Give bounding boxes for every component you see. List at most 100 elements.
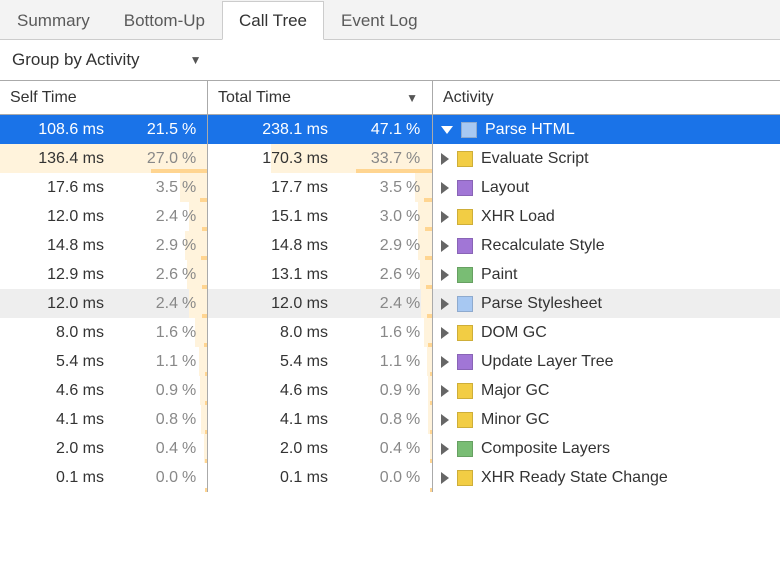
chevron-down-icon: ▼ xyxy=(190,53,202,67)
self-time-pct: 2.4 xyxy=(110,208,182,226)
table-row[interactable]: 4.6 ms0.9%4.6 ms0.9%Major GC xyxy=(0,376,780,405)
category-swatch xyxy=(457,354,473,370)
total-time-cell: 15.1 ms3.0% xyxy=(208,202,433,231)
activity-cell: Minor GC xyxy=(433,405,780,434)
total-time-ms: 238.1 ms xyxy=(208,121,334,139)
activity-label: Recalculate Style xyxy=(481,237,605,255)
table-row[interactable]: 4.1 ms0.8%4.1 ms0.8%Minor GC xyxy=(0,405,780,434)
disclosure-triangle-icon[interactable] xyxy=(441,327,449,339)
disclosure-triangle-icon[interactable] xyxy=(441,385,449,397)
column-header-self-time[interactable]: Self Time xyxy=(0,81,208,114)
total-time-ms: 5.4 ms xyxy=(208,353,334,371)
total-time-ms: 4.6 ms xyxy=(208,382,334,400)
table-row[interactable]: 14.8 ms2.9%14.8 ms2.9% Recalculate Style xyxy=(0,231,780,260)
disclosure-triangle-icon[interactable] xyxy=(441,182,449,194)
category-swatch xyxy=(457,325,473,341)
disclosure-triangle-icon[interactable] xyxy=(441,298,449,310)
activity-cell: Recalculate Style xyxy=(433,231,780,260)
self-time-ms: 14.8 ms xyxy=(0,237,110,255)
total-time-cell: 17.7 ms3.5% xyxy=(208,173,433,202)
category-swatch xyxy=(457,441,473,457)
total-time-pct: 33.7 xyxy=(334,150,406,168)
total-time-cell: 0.1 ms0.0% xyxy=(208,463,433,492)
self-time-ms: 4.6 ms xyxy=(0,382,110,400)
table-row[interactable]: 17.6 ms3.5%17.7 ms3.5%Layout xyxy=(0,173,780,202)
table-row[interactable]: 12.0 ms2.4%15.1 ms3.0%XHR Load xyxy=(0,202,780,231)
total-time-ms: 12.0 ms xyxy=(208,295,334,313)
self-time-cell: 12.9 ms2.6% xyxy=(0,260,208,289)
activity-cell: Composite Layers xyxy=(433,434,780,463)
disclosure-triangle-icon[interactable] xyxy=(441,443,449,455)
total-time-ms: 4.1 ms xyxy=(208,411,334,429)
total-time-cell: 5.4 ms1.1% xyxy=(208,347,433,376)
total-time-cell: 238.1 ms47.1% xyxy=(208,115,433,144)
tab-bottom-up[interactable]: Bottom-Up xyxy=(107,1,222,40)
total-time-pct: 0.0 xyxy=(334,469,406,487)
category-swatch xyxy=(457,296,473,312)
category-swatch xyxy=(457,267,473,283)
self-time-cell: 14.8 ms2.9% xyxy=(0,231,208,260)
disclosure-triangle-icon[interactable] xyxy=(441,211,449,223)
disclosure-triangle-icon[interactable] xyxy=(441,153,449,165)
activity-label: Layout xyxy=(481,179,529,197)
self-time-ms: 17.6 ms xyxy=(0,179,110,197)
self-time-ms: 0.1 ms xyxy=(0,469,110,487)
table-row[interactable]: 12.9 ms2.6%13.1 ms2.6%Paint xyxy=(0,260,780,289)
self-time-cell: 108.6 ms21.5% xyxy=(0,115,208,144)
total-time-ms: 15.1 ms xyxy=(208,208,334,226)
self-time-pct: 2.9 xyxy=(110,237,182,255)
table-row[interactable]: 136.4 ms27.0%170.3 ms33.7%Evaluate Scrip… xyxy=(0,144,780,173)
disclosure-triangle-icon[interactable] xyxy=(441,126,453,134)
total-time-pct: 0.9 xyxy=(334,382,406,400)
table-row[interactable]: 0.1 ms0.0%0.1 ms0.0%XHR Ready State Chan… xyxy=(0,463,780,492)
disclosure-triangle-icon[interactable] xyxy=(441,240,449,252)
self-time-ms: 12.9 ms xyxy=(0,266,110,284)
activity-label: Composite Layers xyxy=(481,440,610,458)
activity-cell: DOM GC xyxy=(433,318,780,347)
disclosure-triangle-icon[interactable] xyxy=(441,356,449,368)
self-time-cell: 2.0 ms0.4% xyxy=(0,434,208,463)
table-row[interactable]: 12.0 ms2.4%12.0 ms2.4%Parse Stylesheet xyxy=(0,289,780,318)
total-time-ms: 17.7 ms xyxy=(208,179,334,197)
self-time-ms: 12.0 ms xyxy=(0,208,110,226)
activity-label: Evaluate Script xyxy=(481,150,589,168)
disclosure-triangle-icon[interactable] xyxy=(441,472,449,484)
column-header-total-time[interactable]: Total Time ▼ xyxy=(208,81,433,114)
self-time-ms: 2.0 ms xyxy=(0,440,110,458)
disclosure-triangle-icon[interactable] xyxy=(441,269,449,281)
table-header: Self Time Total Time ▼ Activity xyxy=(0,81,780,115)
table-row[interactable]: 5.4 ms1.1%5.4 ms1.1%Update Layer Tree xyxy=(0,347,780,376)
self-time-pct: 1.6 xyxy=(110,324,182,342)
total-time-pct: 2.9 xyxy=(334,237,406,255)
grouping-dropdown[interactable]: Group by Activity ▼ xyxy=(12,50,201,70)
category-swatch xyxy=(457,383,473,399)
column-header-activity[interactable]: Activity xyxy=(433,81,780,114)
self-time-cell: 0.1 ms0.0% xyxy=(0,463,208,492)
self-time-pct: 3.5 xyxy=(110,179,182,197)
table-row[interactable]: 8.0 ms1.6%8.0 ms1.6%DOM GC xyxy=(0,318,780,347)
self-time-cell: 136.4 ms27.0% xyxy=(0,144,208,173)
activity-cell: Layout xyxy=(433,173,780,202)
tab-summary[interactable]: Summary xyxy=(0,1,107,40)
total-time-ms: 14.8 ms xyxy=(208,237,334,255)
tab-event-log[interactable]: Event Log xyxy=(324,1,435,40)
total-time-pct: 47.1 xyxy=(334,121,406,139)
activity-label: XHR Load xyxy=(481,208,555,226)
total-time-pct: 3.0 xyxy=(334,208,406,226)
total-time-ms: 0.1 ms xyxy=(208,469,334,487)
disclosure-triangle-icon[interactable] xyxy=(441,414,449,426)
category-swatch xyxy=(461,122,477,138)
self-time-cell: 8.0 ms1.6% xyxy=(0,318,208,347)
total-time-cell: 4.6 ms0.9% xyxy=(208,376,433,405)
total-time-cell: 14.8 ms2.9% xyxy=(208,231,433,260)
category-swatch xyxy=(457,151,473,167)
category-swatch xyxy=(457,209,473,225)
self-time-ms: 136.4 ms xyxy=(0,150,110,168)
tab-call-tree[interactable]: Call Tree xyxy=(222,1,324,40)
self-time-pct: 2.4 xyxy=(110,295,182,313)
table-row[interactable]: 108.6 ms21.5%238.1 ms47.1%Parse HTML xyxy=(0,115,780,144)
total-time-pct: 1.6 xyxy=(334,324,406,342)
activity-cell: Parse HTML xyxy=(433,115,780,144)
activity-label: Paint xyxy=(481,266,517,284)
table-row[interactable]: 2.0 ms0.4%2.0 ms0.4%Composite Layers xyxy=(0,434,780,463)
